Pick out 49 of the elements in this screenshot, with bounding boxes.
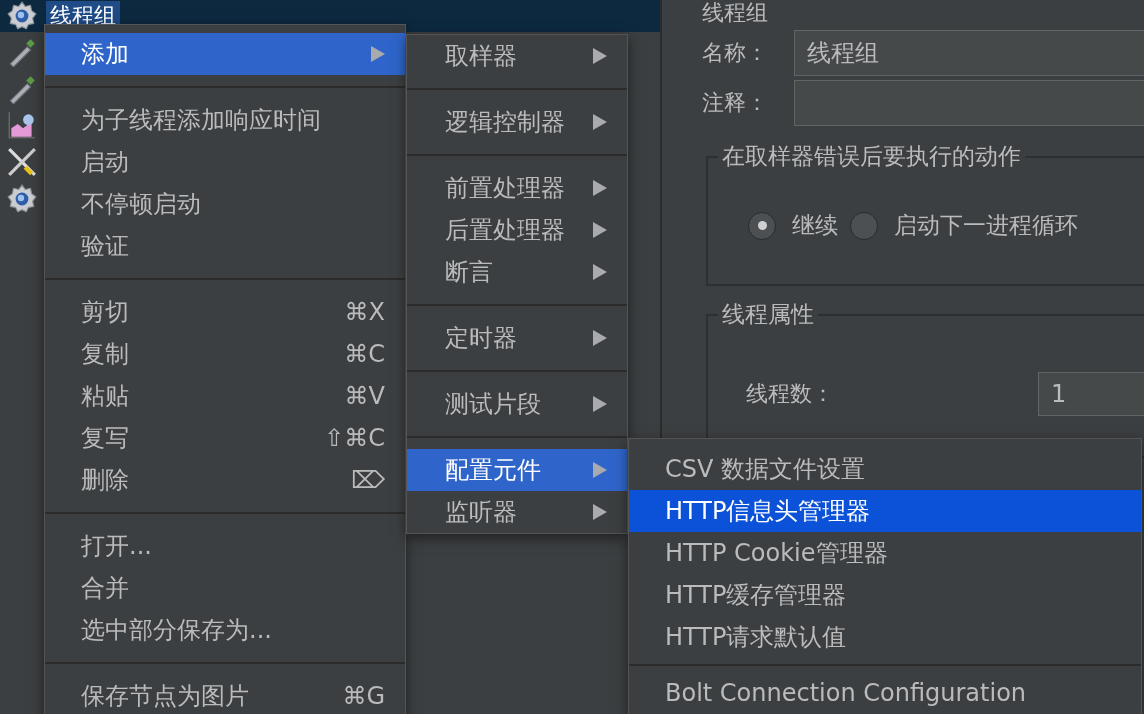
shortcut-label: ⌦ [351, 466, 385, 494]
radio-label: 继续 [792, 211, 838, 240]
menu-item[interactable]: 复写 ⇧⌘C [45, 417, 405, 459]
shortcut-label: ⌘C [344, 340, 385, 368]
menu-item[interactable]: 启动 [45, 141, 405, 183]
menu-item[interactable]: 添加 [45, 33, 405, 75]
name-field[interactable]: 线程组 [794, 30, 1144, 76]
menu-item[interactable]: HTTP Cookie管理器 [629, 532, 1141, 574]
shortcut-label: ⌘X [344, 298, 385, 326]
menu-item[interactable]: 配置元件 [407, 449, 627, 491]
shortcut-label: ⌘V [344, 382, 385, 410]
threads-field[interactable]: 1 [1038, 372, 1144, 416]
radio-label: 启动下一进程循环 [894, 211, 1078, 240]
menu-item[interactable]: HTTP请求默认值 [629, 616, 1141, 658]
menu-item[interactable]: 为子线程添加响应时间 [45, 99, 405, 141]
menu-item[interactable]: 定时器 [407, 317, 627, 359]
field-label: 名称： [702, 39, 769, 67]
field-label: 注释： [702, 89, 769, 117]
menu-item[interactable]: 取样器 [407, 35, 627, 77]
menu-item[interactable]: 测试片段 [407, 383, 627, 425]
shortcut-label: ⇧⌘C [324, 424, 385, 452]
tools-icon [6, 145, 38, 178]
menu-item[interactable]: 合并 [45, 567, 405, 609]
menu-item[interactable]: CSV 数据文件设置 [629, 448, 1141, 490]
menu-item[interactable]: 保存节点为图片 ⌘G [45, 675, 405, 714]
menu-item[interactable]: 验证 [45, 225, 405, 267]
menu-item[interactable]: 复制 ⌘C [45, 333, 405, 375]
menu-item[interactable]: 前置处理器 [407, 167, 627, 209]
panel-title: 线程组 [702, 0, 769, 26]
menu-item[interactable]: 剪切 ⌘X [45, 291, 405, 333]
menu-item[interactable]: 监听器 [407, 491, 627, 533]
menu-item[interactable]: 逻辑控制器 [407, 101, 627, 143]
menu-item[interactable]: 删除 ⌦ [45, 459, 405, 501]
menu-item[interactable]: 粘贴 ⌘V [45, 375, 405, 417]
gear-icon [6, 182, 38, 215]
radio-button[interactable] [850, 211, 878, 240]
menu-item[interactable]: 打开... [45, 525, 405, 567]
shortcut-label: ⌘G [342, 682, 385, 710]
gear-icon [6, 0, 38, 32]
comment-field[interactable] [794, 80, 1144, 126]
menu-item[interactable]: HTTP信息头管理器 [629, 490, 1141, 532]
menu-item[interactable]: 断言 [407, 251, 627, 293]
menu-item[interactable]: 后置处理器 [407, 209, 627, 251]
field-label: 线程数： [746, 380, 835, 408]
menu-item[interactable]: 不停顿启动 [45, 183, 405, 225]
menu-item[interactable]: Bolt Connection Configuration [629, 672, 1141, 714]
menu-item[interactable]: HTTP缓存管理器 [629, 574, 1141, 616]
radio-button[interactable] [748, 211, 776, 240]
menu-item[interactable]: 选中部分保存为... [45, 609, 405, 651]
